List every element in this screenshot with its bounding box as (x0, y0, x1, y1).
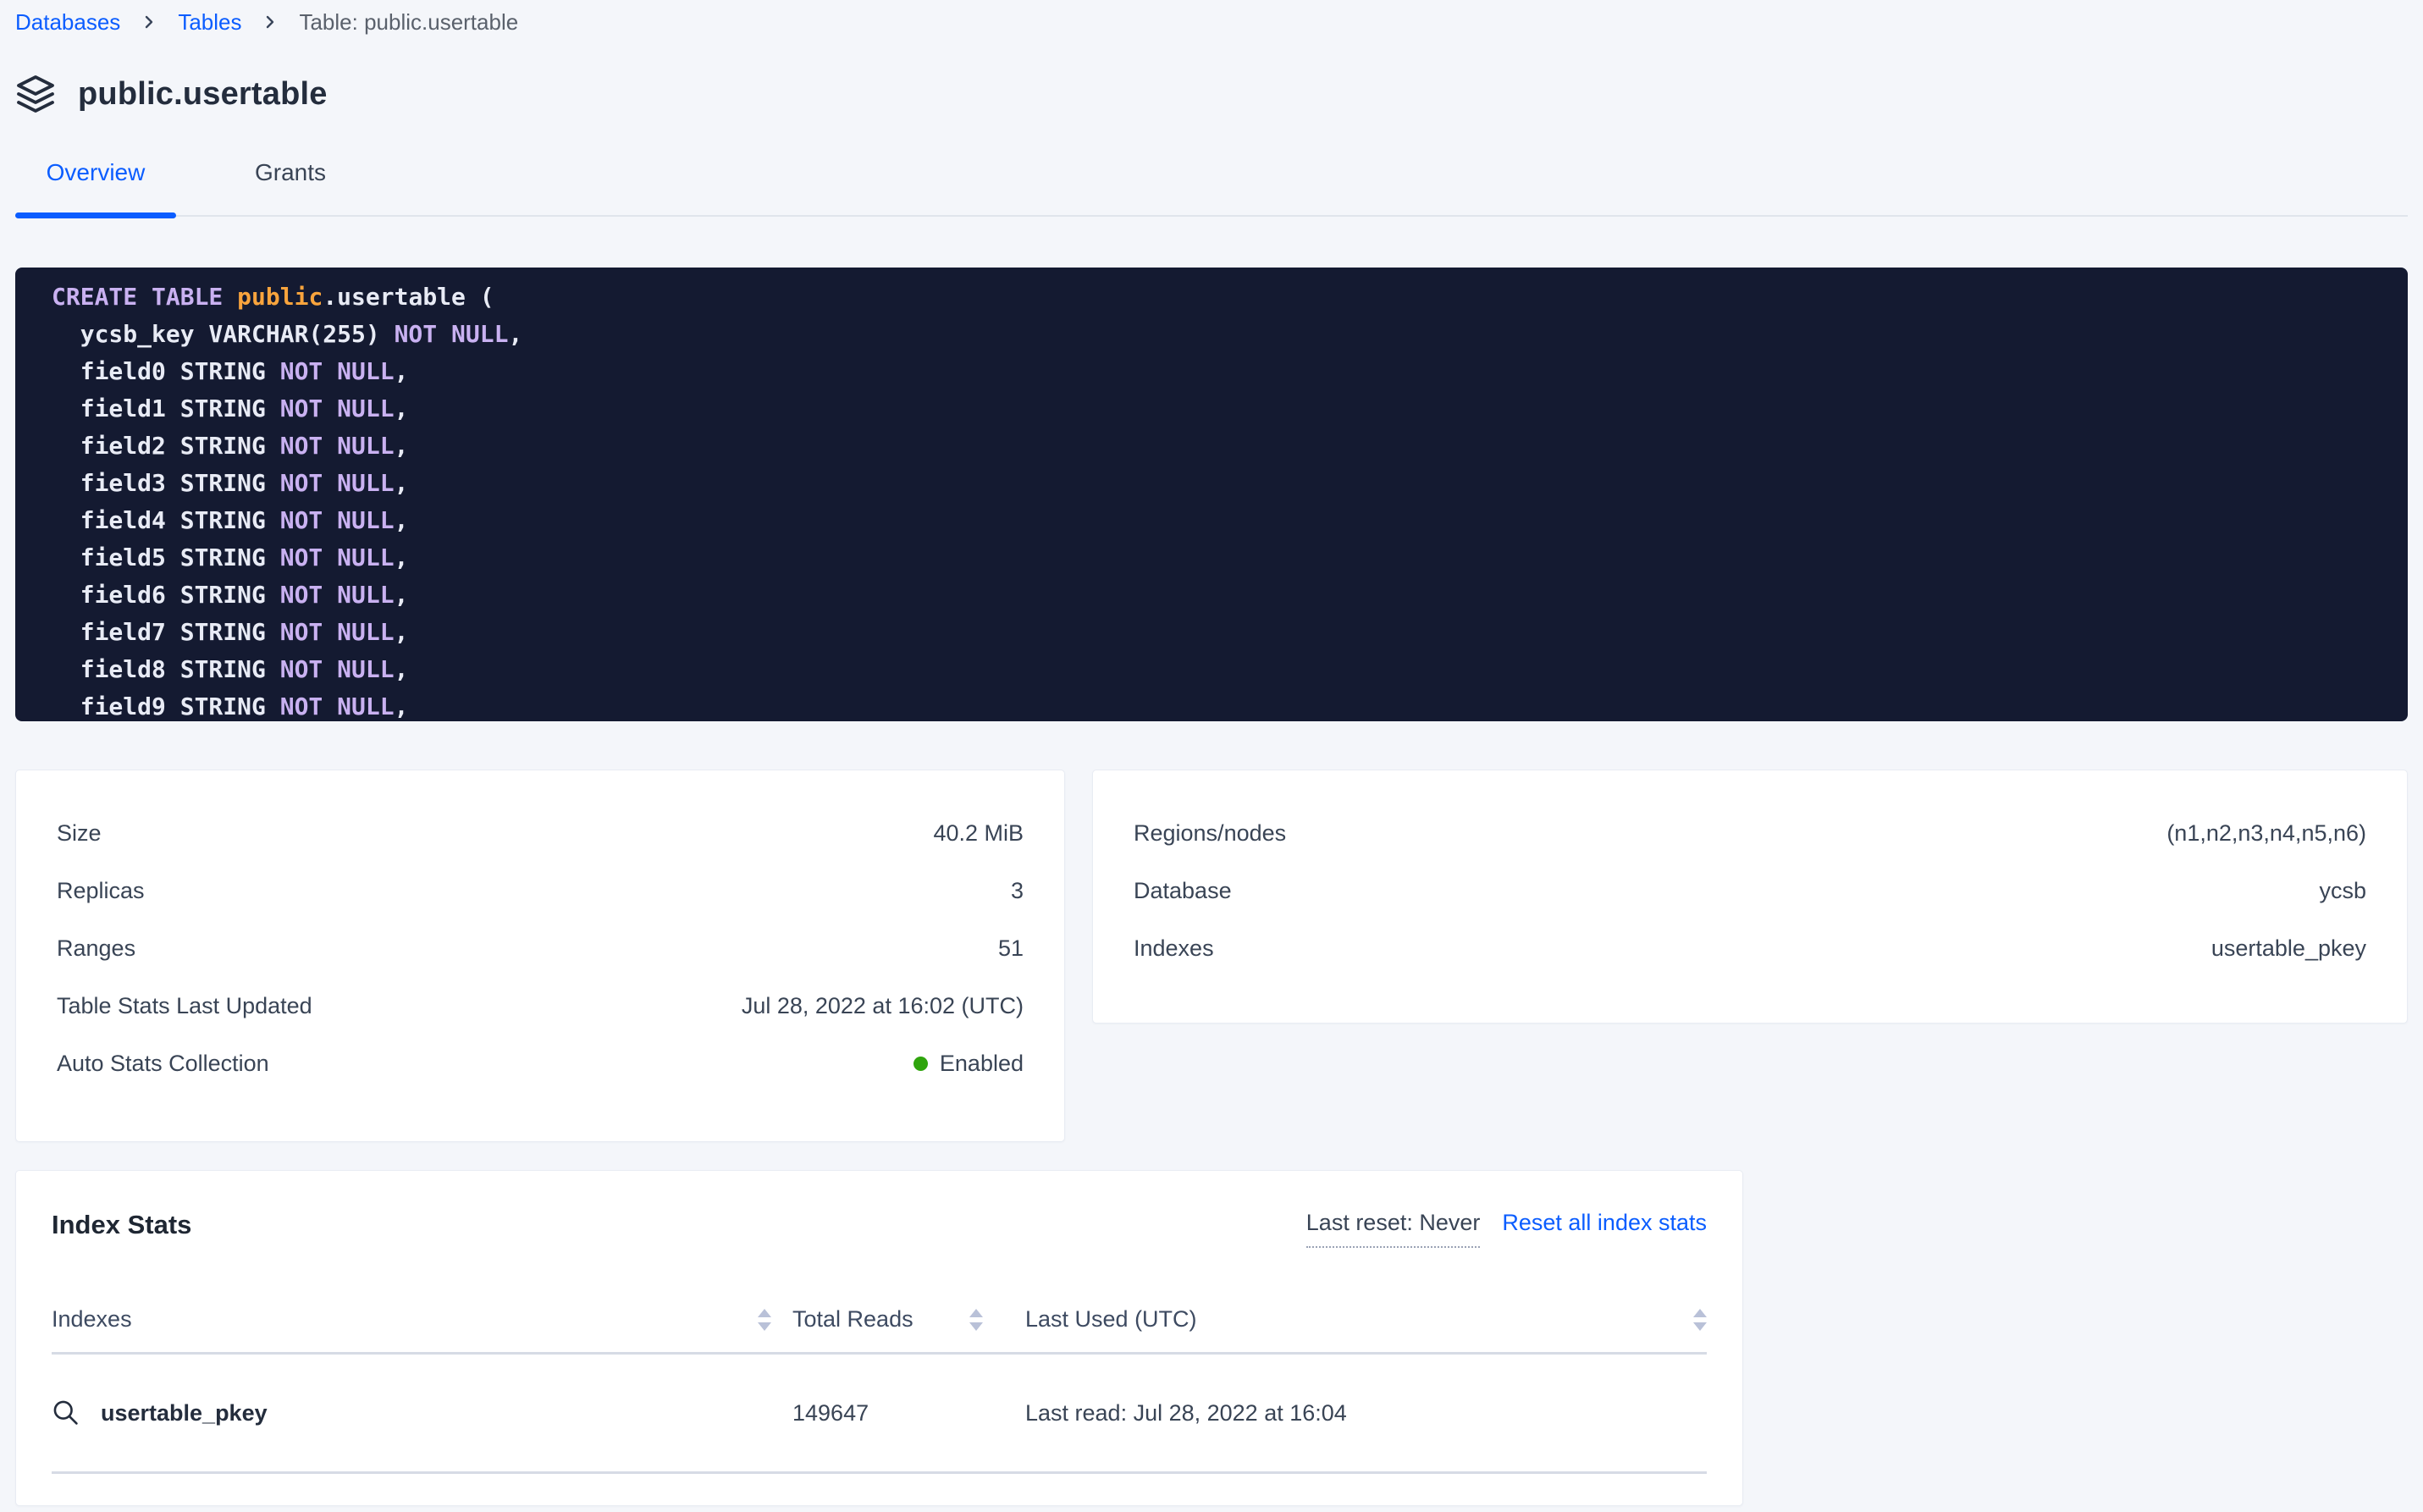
index-stats-actions: Last reset: Never Reset all index stats (1306, 1210, 1707, 1248)
stat-label: Size (57, 820, 102, 847)
stat-row-indexes: Indexes usertable_pkey (1134, 919, 2366, 977)
breadcrumb-link-tables[interactable]: Tables (178, 9, 241, 36)
stat-label: Table Stats Last Updated (57, 993, 312, 1019)
stat-label: Replicas (57, 878, 145, 904)
column-label: Indexes (52, 1306, 132, 1333)
layers-stack-icon (15, 74, 56, 114)
table-details-card: Regions/nodes (n1,n2,n3,n4,n5,n6) Databa… (1092, 770, 2408, 1024)
stat-value: usertable_pkey (2211, 935, 2366, 962)
stat-value: Enabled (913, 1051, 1024, 1077)
cell-total-reads: 149647 (780, 1400, 983, 1426)
sort-total-reads-button[interactable] (969, 1309, 983, 1331)
tab-grants[interactable]: Grants (210, 154, 371, 215)
stat-value: 3 (1011, 878, 1024, 904)
stat-label: Auto Stats Collection (57, 1051, 269, 1077)
table-row: usertable_pkey 149647 Last read: Jul 28,… (52, 1355, 1707, 1474)
stat-row-ranges: Ranges 51 (57, 919, 1024, 977)
summary-cards: Size 40.2 MiB Replicas 3 Ranges 51 Table… (15, 770, 2408, 1142)
reset-index-stats-link[interactable]: Reset all index stats (1502, 1210, 1707, 1236)
status-enabled-dot (913, 1057, 928, 1071)
page-content: Databases Tables Table: public.usertable… (0, 0, 2423, 1506)
index-stats-title: Index Stats (52, 1210, 191, 1240)
header-col-indexes: Indexes (52, 1306, 780, 1333)
last-reset-label[interactable]: Last reset: Never (1306, 1210, 1481, 1248)
sql-code: CREATE TABLE public.usertable ( ycsb_key… (52, 279, 2371, 721)
breadcrumb-current: Table: public.usertable (299, 9, 518, 36)
index-stats-card: Index Stats Last reset: Never Reset all … (15, 1170, 1743, 1506)
stat-row-stats-updated: Table Stats Last Updated Jul 28, 2022 at… (57, 977, 1024, 1035)
index-stats-table: Indexes Total Reads Last Used (UTC) (52, 1287, 1707, 1474)
cell-index-name: usertable_pkey (52, 1399, 780, 1427)
table-overview-card: Size 40.2 MiB Replicas 3 Ranges 51 Table… (15, 770, 1065, 1142)
stat-value: 51 (998, 935, 1024, 962)
chevron-right-icon (139, 12, 159, 32)
sort-indexes-button[interactable] (758, 1309, 771, 1331)
stat-row-replicas: Replicas 3 (57, 862, 1024, 919)
sort-last-used-button[interactable] (1693, 1309, 1707, 1331)
breadcrumb-link-databases[interactable]: Databases (15, 9, 120, 36)
last-used-value: Last read: Jul 28, 2022 at 16:04 (1025, 1400, 1347, 1426)
tab-bar: Overview Grants (15, 154, 2408, 217)
index-link[interactable]: usertable_pkey (52, 1399, 268, 1427)
stat-label: Ranges (57, 935, 135, 962)
magnifier-icon (52, 1399, 80, 1427)
stat-row-auto-stats: Auto Stats Collection Enabled (57, 1035, 1024, 1092)
total-reads-value: 149647 (792, 1400, 869, 1426)
tab-overview[interactable]: Overview (15, 154, 176, 215)
stat-value: 40.2 MiB (933, 820, 1024, 847)
stat-row-database: Database ycsb (1134, 862, 2366, 919)
status-text: Enabled (940, 1051, 1024, 1077)
create-table-sql-block: CREATE TABLE public.usertable ( ycsb_key… (15, 268, 2408, 721)
cell-last-used: Last read: Jul 28, 2022 at 16:04 (983, 1400, 1707, 1426)
stat-value: (n1,n2,n3,n4,n5,n6) (2166, 820, 2366, 847)
stat-row-regions: Regions/nodes (n1,n2,n3,n4,n5,n6) (1134, 804, 2366, 862)
header-col-total-reads: Total Reads (780, 1306, 983, 1333)
stat-label: Database (1134, 878, 1232, 904)
table-header-row: Indexes Total Reads Last Used (UTC) (52, 1287, 1707, 1355)
column-label: Last Used (UTC) (1025, 1306, 1197, 1333)
stat-label: Indexes (1134, 935, 1214, 962)
stat-label: Regions/nodes (1134, 820, 1286, 847)
page-header: public.usertable (15, 73, 2408, 115)
chevron-right-icon (260, 12, 280, 32)
stat-value: ycsb (2319, 878, 2366, 904)
stat-value: Jul 28, 2022 at 16:02 (UTC) (742, 993, 1024, 1019)
index-name: usertable_pkey (101, 1400, 268, 1426)
header-col-last-used: Last Used (UTC) (983, 1306, 1707, 1333)
breadcrumb: Databases Tables Table: public.usertable (15, 0, 2408, 36)
stat-row-size: Size 40.2 MiB (57, 804, 1024, 862)
column-label: Total Reads (792, 1306, 913, 1333)
page-title: public.usertable (78, 76, 328, 113)
index-stats-header: Index Stats Last reset: Never Reset all … (52, 1210, 1707, 1247)
